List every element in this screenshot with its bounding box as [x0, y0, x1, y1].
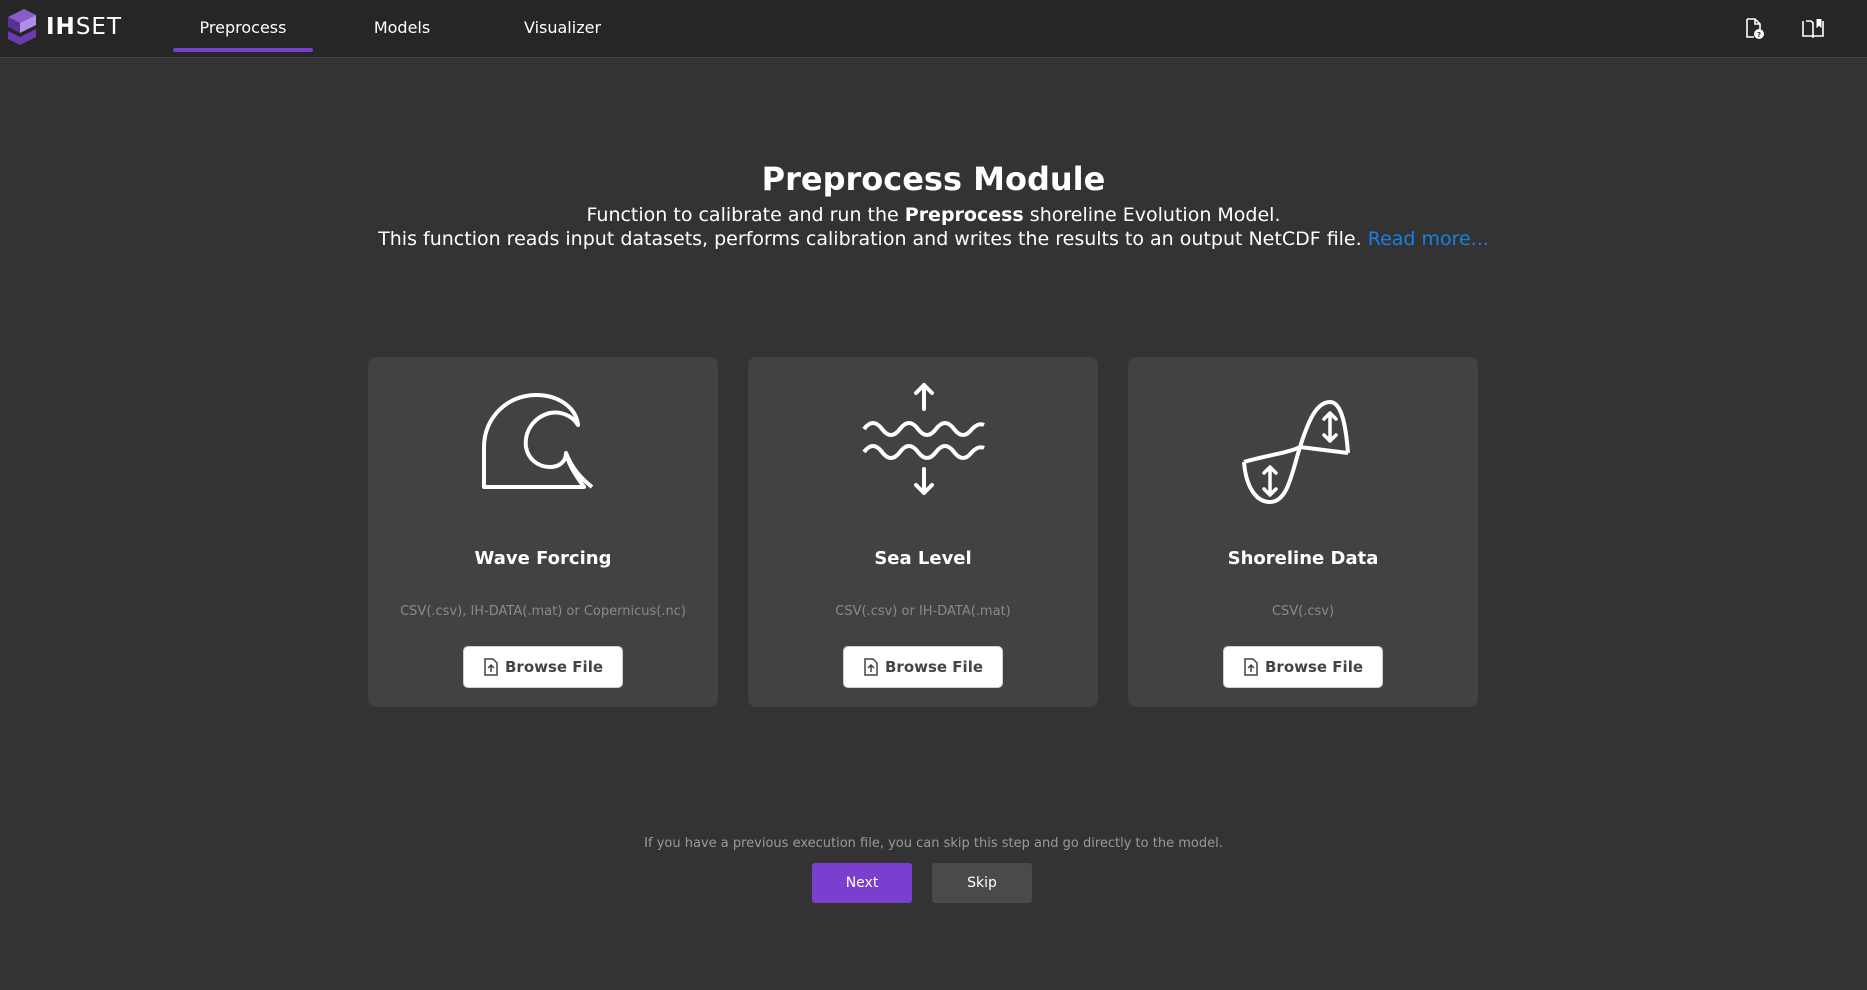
svg-text:?: ?: [1757, 31, 1761, 39]
browse-file-button[interactable]: Browse File: [463, 646, 623, 688]
tab-preprocess[interactable]: Preprocess: [173, 0, 313, 57]
browse-file-button[interactable]: Browse File: [1223, 646, 1383, 688]
book-icon[interactable]: [1801, 16, 1825, 40]
shoreline-data-card: Shoreline Data CSV(.csv) Browse File: [1128, 357, 1478, 707]
browse-file-button[interactable]: Browse File: [843, 646, 1003, 688]
card-formats: CSV(.csv), IH-DATA(.mat) or Copernicus(.…: [400, 604, 686, 619]
card-title: Shoreline Data: [1227, 548, 1379, 569]
top-navigation-bar: IHSET Preprocess Models Visualizer ?: [0, 0, 1867, 58]
tab-models[interactable]: Models: [362, 0, 442, 57]
file-upload-icon: [484, 658, 498, 676]
skip-hint: If you have a previous execution file, y…: [644, 836, 1223, 851]
tab-visualizer[interactable]: Visualizer: [520, 0, 605, 57]
card-title: Sea Level: [874, 548, 972, 569]
app-logo[interactable]: IHSET: [4, 6, 122, 48]
skip-button[interactable]: Skip: [932, 863, 1032, 903]
shoreline-icon: [1242, 400, 1350, 504]
sea-level-icon: [862, 383, 985, 495]
read-more-link[interactable]: Read more...: [1368, 228, 1489, 250]
app-name: IHSET: [46, 14, 122, 40]
file-upload-icon: [864, 658, 878, 676]
card-formats: CSV(.csv): [1271, 604, 1335, 619]
sea-level-card: Sea Level CSV(.csv) or IH-DATA(.mat) Bro…: [748, 357, 1098, 707]
next-button[interactable]: Next: [812, 863, 912, 903]
card-title: Wave Forcing: [474, 548, 612, 569]
file-upload-icon: [1244, 658, 1258, 676]
wave-icon: [482, 393, 594, 489]
page-description-detail: This function reads input datasets, perf…: [378, 228, 1489, 250]
page-title: Preprocess Module: [761, 160, 1106, 198]
page-description: Function to calibrate and run the Prepro…: [586, 204, 1281, 226]
ihset-logo-icon: [8, 9, 36, 45]
wave-forcing-card: Wave Forcing CSV(.csv), IH-DATA(.mat) or…: [368, 357, 718, 707]
document-help-icon[interactable]: ?: [1742, 16, 1766, 40]
card-formats: CSV(.csv) or IH-DATA(.mat): [835, 604, 1011, 619]
